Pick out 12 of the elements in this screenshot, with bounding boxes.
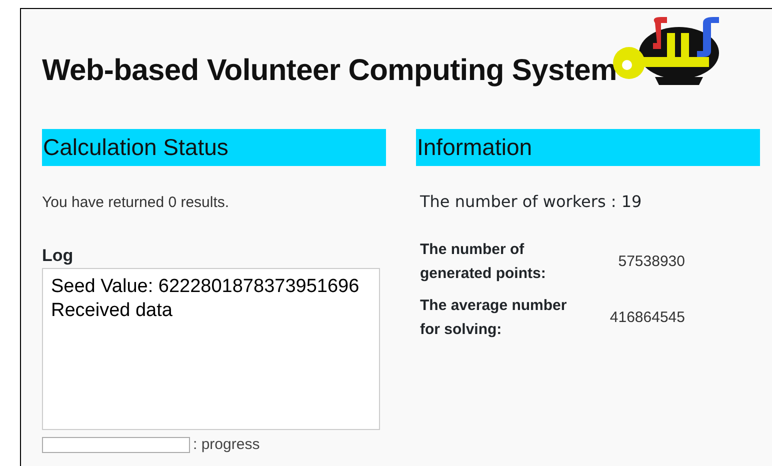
workers-count: The number of workers : 19 <box>419 191 643 213</box>
stat-label: The number of generated points: <box>420 240 547 284</box>
stat-value: 57538930 <box>617 252 685 272</box>
page-title: Web-based Volunteer Computing System <box>42 53 617 89</box>
log-label: Log <box>42 244 74 267</box>
log-box[interactable]: Seed Value: 6222801878373951696 Received data <box>42 268 380 430</box>
stat-label: The average number for solving: <box>420 296 568 340</box>
progress-label: : progress <box>193 435 260 455</box>
status-message: You have returned 0 results. <box>42 193 230 213</box>
stat-value: 416864545 <box>608 308 685 328</box>
section-heading: Information <box>416 129 760 166</box>
section-heading: Calculation Status <box>42 129 386 166</box>
